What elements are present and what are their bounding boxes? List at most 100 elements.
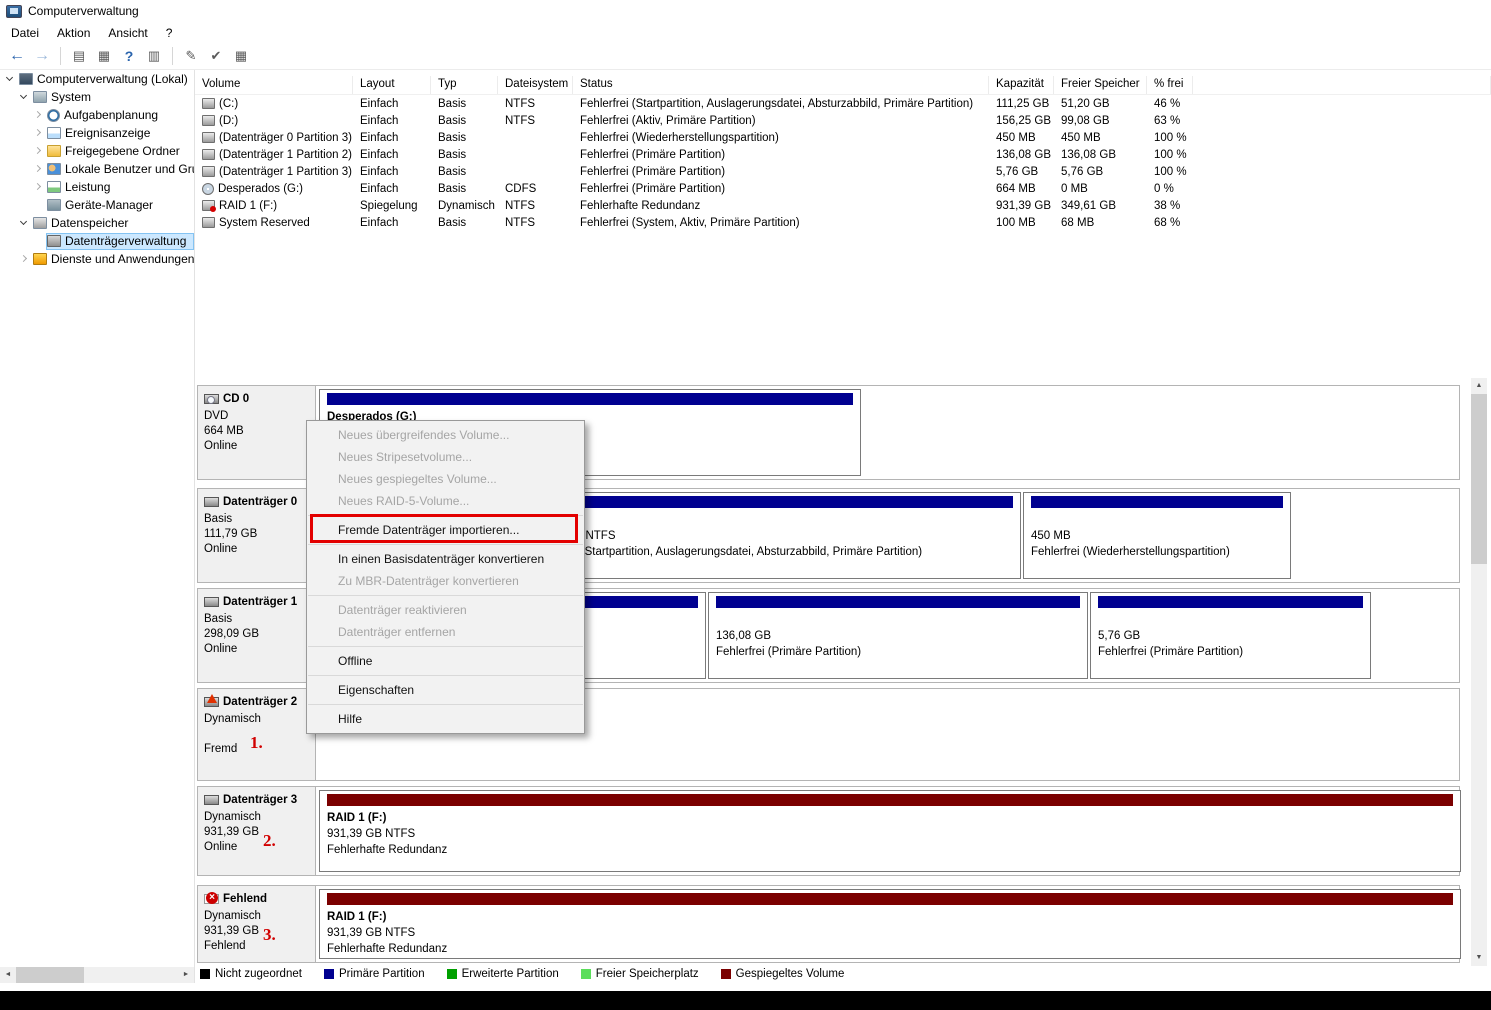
tree-item-geraete-manager[interactable]: Geräte-Manager: [0, 196, 194, 214]
volume-row-datentraeger-1-partition-3[interactable]: (Datenträger 1 Partition 3) Einfach Basis F…: [195, 163, 1491, 180]
partition-c[interactable]: (C:)111,25 GB NTFSFehlerfrei (Startparti…: [521, 492, 1021, 579]
volume-list-body: (C:) Einfach Basis NTFS Fehlerfrei (Startpar…: [195, 95, 1491, 231]
volume-row-d[interactable]: (D:) Einfach Basis NTFS Fehlerfrei (Aktiv, P…: [195, 112, 1491, 129]
tree-item-ereignisanzeige[interactable]: Ereignisanzeige: [0, 124, 194, 142]
column-header-layout[interactable]: Layout: [353, 76, 431, 94]
volume-row-c[interactable]: (C:) Einfach Basis NTFS Fehlerfrei (Startpar…: [195, 95, 1491, 112]
tree-item-system[interactable]: System: [0, 88, 194, 106]
disk-management-icon: [47, 235, 61, 247]
volume-row-raid-1-f[interactable]: RAID 1 (F:) Spiegelung Dynamisch NTFS Fehler…: [195, 197, 1491, 214]
context-menu-item-neues-raid-5-volume[interactable]: Neues RAID-5-Volume...: [307, 490, 584, 512]
column-header-status[interactable]: Status: [573, 76, 989, 94]
context-menu-item-datentraeger-entfernen[interactable]: Datenträger entfernen: [307, 621, 584, 643]
context-menu-item-neues-stripesetvolume[interactable]: Neues Stripesetvolume...: [307, 446, 584, 468]
column-header-kapazitaet[interactable]: Kapazität: [989, 76, 1054, 94]
context-menu-item-eigenschaften[interactable]: Eigenschaften: [307, 679, 584, 701]
partition-datentraeger-1-3[interactable]: 5,76 GB Fehlerfrei (Primäre Partition): [1090, 592, 1371, 679]
context-menu-item-neues-uebergreifendes-volume[interactable]: Neues übergreifendes Volume...: [307, 424, 584, 446]
menubar-item-aktion[interactable]: Aktion: [48, 23, 99, 43]
column-header-freier-speicher[interactable]: Freier Speicher: [1054, 76, 1147, 94]
tree-item-computerverwaltung-lokal[interactable]: Computerverwaltung (Lokal): [0, 70, 194, 88]
tree-horizontal-scrollbar[interactable]: ◄ ►: [0, 967, 194, 983]
toolbar-separator: [60, 47, 61, 65]
view-icon[interactable]: ▦: [230, 45, 252, 67]
disk-header-datentraeger-3[interactable]: Datenträger 3 Dynamisch 931,39 GB Online: [198, 787, 316, 875]
tree-item-leistung[interactable]: Leistung: [0, 178, 194, 196]
tree-item-lokale-benutzer-und-gru[interactable]: Lokale Benutzer und Gru: [0, 160, 194, 178]
partition-type-bar: [716, 596, 1080, 608]
legend-item-gespiegeltes-volume: Gespiegeltes Volume: [720, 968, 844, 980]
tree-item-dienste-und-anwendungen[interactable]: Dienste und Anwendungen: [0, 250, 194, 268]
scroll-up-icon[interactable]: ▲: [1471, 378, 1487, 394]
disk-header-cd-0[interactable]: CD 0 DVD 664 MB Online: [198, 386, 316, 479]
disk-header-datentraeger-0[interactable]: Datenträger 0 Basis 111,79 GB Online: [198, 489, 316, 582]
show-console-tree-icon[interactable]: ▤: [68, 45, 90, 67]
expander-down-icon[interactable]: [18, 217, 30, 229]
expander-down-icon[interactable]: [4, 73, 16, 85]
expander-right-icon[interactable]: [32, 127, 44, 139]
context-menu-item-offline[interactable]: Offline: [307, 650, 584, 672]
context-menu-item-datentraeger-reaktivieren[interactable]: Datenträger reaktivieren: [307, 599, 584, 621]
volume-row-desperados-g[interactable]: Desperados (G:) Einfach Basis CDFS Fehlerfre…: [195, 180, 1491, 197]
horizontal-scrollbar-thumb[interactable]: [16, 967, 84, 983]
expander-right-icon[interactable]: [32, 163, 44, 175]
check-icon[interactable]: ✔: [205, 45, 227, 67]
volume-row-system-reserved[interactable]: System Reserved Einfach Basis NTFS Fehlerfre…: [195, 214, 1491, 231]
toolbar: ← → ▤ ▦? ▥ ✎ ✔ ▦: [0, 43, 1491, 70]
help-icon[interactable]: ?: [118, 45, 140, 67]
menubar-item-ansicht[interactable]: Ansicht: [99, 23, 156, 43]
partition-datentraeger-1-2[interactable]: 136,08 GB Fehlerfrei (Primäre Partition): [708, 592, 1088, 679]
expander-right-icon[interactable]: [32, 145, 44, 157]
volume-row-datentraeger-0-partition-3[interactable]: (Datenträger 0 Partition 3) Einfach Basis F…: [195, 129, 1491, 146]
tree-item-datenspeicher[interactable]: Datenspeicher: [0, 214, 194, 232]
column-header-filler: [1193, 76, 1491, 94]
scroll-right-icon[interactable]: ►: [178, 967, 194, 983]
disk-icon: [204, 795, 219, 805]
attribute-icon[interactable]: ✎: [180, 45, 202, 67]
storage-icon: [33, 217, 47, 229]
context-menu-item-zu-mbr-datentraeger-konvertieren[interactable]: Zu MBR-Datenträger konvertieren: [307, 570, 584, 592]
scroll-left-icon[interactable]: ◄: [0, 967, 16, 983]
tree-item-aufgabenplanung[interactable]: Aufgabenplanung: [0, 106, 194, 124]
partition-raid-1-f[interactable]: RAID 1 (F:) 931,39 GB NTFS Fehlerhafte Red…: [319, 889, 1461, 959]
menubar-item-datei[interactable]: Datei: [2, 23, 48, 43]
volume-list-header: Volume Layout Typ Dateisystem Status Kapazitä…: [195, 76, 1491, 95]
column-header-typ[interactable]: Typ: [431, 76, 498, 94]
forward-icon[interactable]: →: [31, 45, 53, 67]
back-icon[interactable]: ←: [6, 45, 28, 67]
scroll-down-icon[interactable]: ▼: [1471, 950, 1487, 966]
context-menu-item-in-einen-basisdatentraeger-konvertieren[interactable]: In einen Basisdatenträger konvertieren: [307, 548, 584, 570]
disk-row-fehlend: FehlendDynamisch931,39 GBFehlendRAID 1 (…: [197, 885, 1461, 963]
menubar-item-item[interactable]: ?: [157, 23, 182, 43]
context-menu-separator: [308, 646, 583, 647]
bottom-strip: [0, 991, 1491, 1010]
annotation-step-3: 3.: [263, 925, 276, 944]
vertical-scrollbar[interactable]: ▲ ▼: [1471, 378, 1487, 966]
partition-datentraeger-0-3[interactable]: 450 MB Fehlerfrei (Wiederherstellungspart…: [1023, 492, 1291, 579]
vertical-scrollbar-thumb[interactable]: [1471, 394, 1487, 564]
tree-item-datentraegerverwaltung[interactable]: Datenträgerverwaltung: [0, 232, 194, 250]
expander-right-icon[interactable]: [32, 181, 44, 193]
task-scheduler-icon: [47, 108, 60, 122]
toolbar-separator: [172, 47, 173, 65]
drive-icon: [202, 166, 215, 177]
column-header-frei[interactable]: % frei: [1147, 76, 1193, 94]
disk-header-fehlend[interactable]: FehlendDynamisch931,39 GBFehlend: [198, 886, 316, 962]
context-menu-item-neues-gespiegeltes-volume[interactable]: Neues gespiegeltes Volume...: [307, 468, 584, 490]
tree-item-freigegebene-ordner[interactable]: Freigegebene Ordner: [0, 142, 194, 160]
partition-raid-1-f[interactable]: RAID 1 (F:) 931,39 GB NTFS Fehlerhafte Red…: [319, 790, 1461, 872]
legend-item-erweiterte-partition: Erweiterte Partition: [446, 968, 559, 980]
context-menu-item-hilfe[interactable]: Hilfe: [307, 708, 584, 730]
drive-icon: [202, 149, 215, 160]
expander-right-icon[interactable]: [18, 253, 30, 265]
column-header-volume[interactable]: Volume: [195, 76, 353, 94]
disk-header-datentraeger-1[interactable]: Datenträger 1 Basis 298,09 GB Online: [198, 589, 316, 682]
expander-right-icon[interactable]: [32, 109, 44, 121]
partition-type-bar: [1031, 496, 1283, 508]
column-header-dateisystem[interactable]: Dateisystem: [498, 76, 573, 94]
export-list-icon[interactable]: ▥: [143, 45, 165, 67]
volume-row-datentraeger-1-partition-2[interactable]: (Datenträger 1 Partition 2) Einfach Basis F…: [195, 146, 1491, 163]
properties-icon[interactable]: ▦: [93, 45, 115, 67]
expander-placeholder: [32, 235, 44, 247]
expander-down-icon[interactable]: [18, 91, 30, 103]
